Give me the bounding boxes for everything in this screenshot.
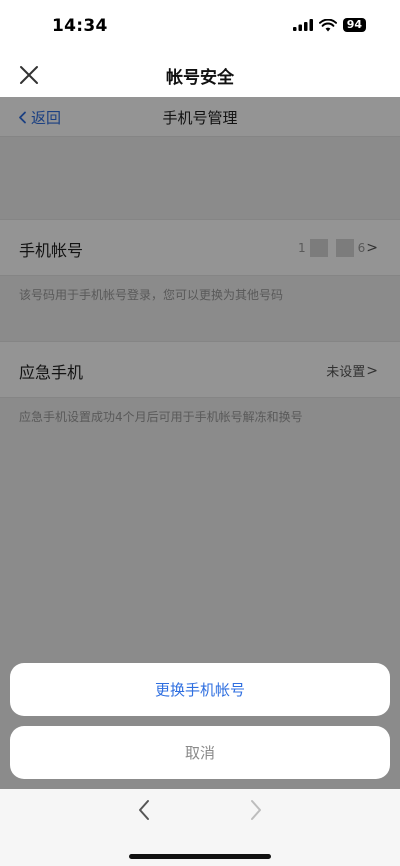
home-indicator[interactable] (129, 854, 271, 859)
status-icons: 94 (292, 18, 366, 32)
wifi-icon (318, 18, 337, 31)
signal-icon (292, 19, 313, 31)
cancel-button[interactable]: 取消 (10, 726, 390, 779)
page-title: 帐号安全 (166, 68, 234, 88)
status-time: 14:34 (52, 16, 108, 36)
forward-arrow-icon[interactable] (249, 799, 263, 821)
screen: 14:34 94 帐号安全 返回 手机号管理 手机帐号 1 6 > 该号码用于手… (0, 0, 400, 866)
status-bar: 14:34 94 (0, 0, 400, 52)
back-arrow-icon[interactable] (137, 799, 151, 821)
nav-header: 帐号安全 (0, 52, 400, 97)
battery-icon: 94 (342, 18, 366, 32)
change-phone-account-button[interactable]: 更换手机帐号 (10, 663, 390, 716)
